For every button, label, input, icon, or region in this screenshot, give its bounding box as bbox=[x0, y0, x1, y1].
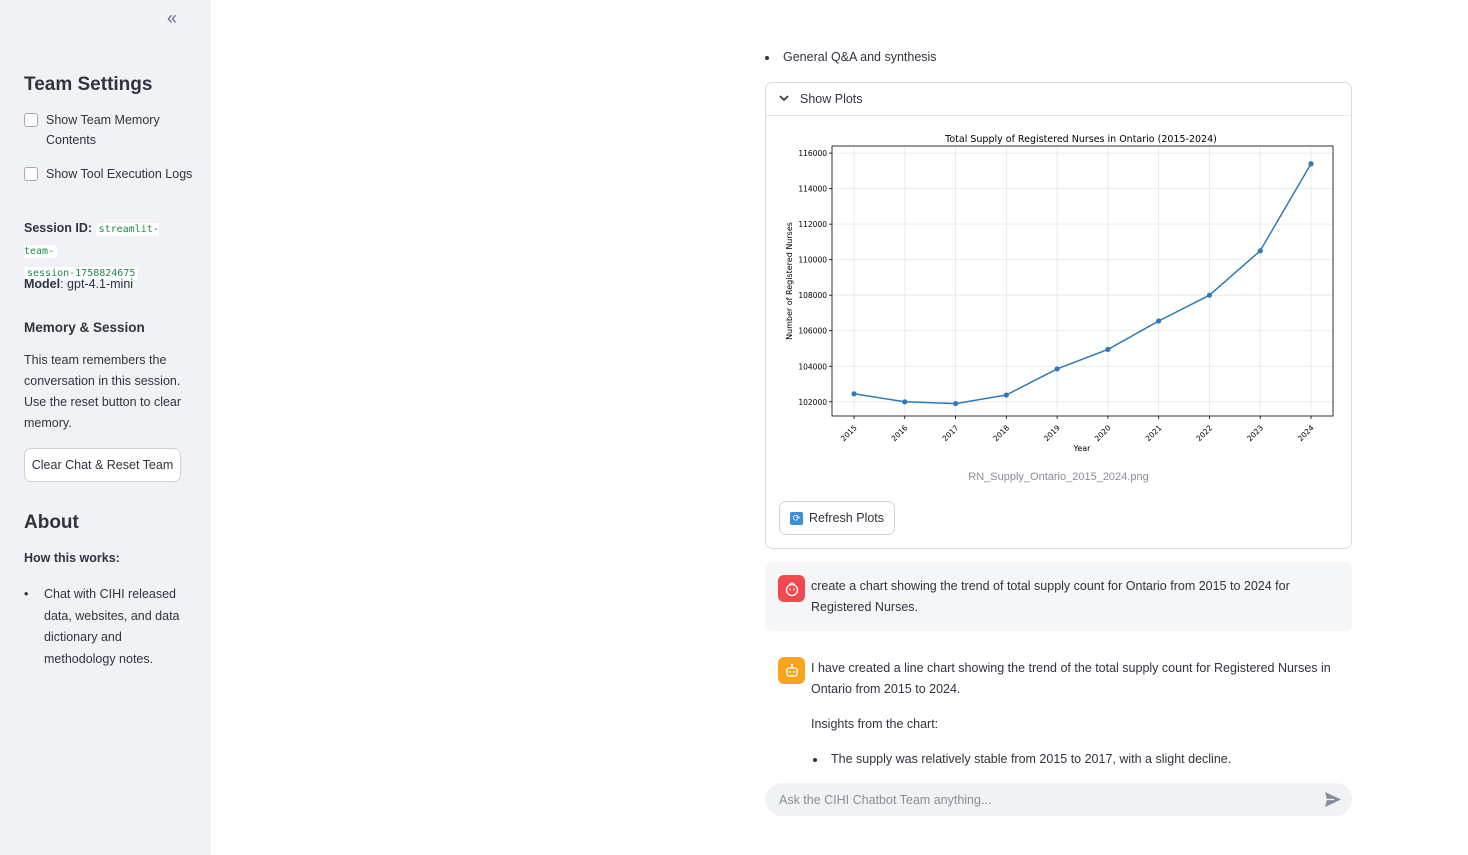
list-item: Chat with CIHI released data, websites, … bbox=[44, 587, 180, 666]
y-tick-label: 112000 bbox=[798, 220, 827, 229]
refresh-plots-button[interactable]: ⟳ Refresh Plots bbox=[779, 501, 895, 535]
data-point bbox=[1257, 248, 1263, 254]
x-tick-label: 2021 bbox=[1144, 423, 1164, 443]
assistant-insight-text: The supply was relatively stable from 20… bbox=[831, 752, 1232, 766]
team-settings-heading: Team Settings bbox=[24, 74, 153, 95]
x-tick-label: 2019 bbox=[1042, 423, 1062, 443]
show-plots-header[interactable]: Show Plots bbox=[766, 83, 1351, 116]
assistant-message-text: I have created a line chart showing the … bbox=[811, 661, 1331, 696]
y-tick-label: 104000 bbox=[798, 362, 827, 371]
top-bullet-item: General Q&A and synthesis bbox=[765, 50, 937, 64]
about-heading: About bbox=[24, 512, 79, 533]
y-tick-label: 114000 bbox=[798, 185, 827, 194]
data-point bbox=[902, 399, 908, 405]
data-point bbox=[1308, 161, 1314, 167]
chevron-down-icon[interactable] bbox=[779, 93, 789, 105]
top-bullet-text: General Q&A and synthesis bbox=[783, 50, 937, 64]
bot-avatar-icon bbox=[778, 657, 805, 684]
x-tick-label: 2022 bbox=[1194, 423, 1214, 443]
x-tick-label: 2016 bbox=[890, 423, 910, 443]
show-plots-label[interactable]: Show Plots bbox=[800, 92, 863, 106]
show-tool-logs-label[interactable]: Show Tool Execution Logs bbox=[46, 164, 192, 184]
data-point bbox=[851, 391, 857, 397]
data-point bbox=[1054, 366, 1060, 372]
y-tick-label: 116000 bbox=[798, 149, 827, 158]
user-message-text: create a chart showing the trend of tota… bbox=[811, 579, 1290, 614]
data-point bbox=[1003, 392, 1009, 398]
data-point bbox=[1105, 346, 1111, 352]
bullet-dot bbox=[813, 757, 817, 762]
refresh-icon: ⟳ bbox=[789, 511, 803, 525]
user-avatar-icon bbox=[778, 575, 805, 602]
model-label: Model bbox=[24, 277, 61, 291]
y-tick-label: 110000 bbox=[798, 256, 827, 265]
show-memory-checkbox-row[interactable]: Show Team Memory Contents bbox=[24, 110, 194, 150]
show-plots-expander: Show Plots Total Supply of Registered Nu… bbox=[765, 82, 1352, 549]
y-tick-label: 106000 bbox=[798, 327, 827, 336]
chart-title: Total Supply of Registered Nurses in Ont… bbox=[944, 134, 1217, 145]
bullet-dot bbox=[765, 55, 769, 60]
send-icon[interactable] bbox=[1324, 791, 1342, 808]
plot-frame bbox=[831, 145, 1334, 417]
plot-caption: RN_Supply_Ontario_2015_2024.png bbox=[968, 471, 1149, 483]
x-tick-label: 2015 bbox=[839, 423, 859, 443]
data-point bbox=[1206, 292, 1213, 298]
data-point bbox=[952, 400, 959, 407]
x-tick-label: 2017 bbox=[941, 423, 961, 443]
memory-session-heading: Memory & Session bbox=[24, 320, 145, 335]
x-tick-label: 2018 bbox=[991, 423, 1011, 443]
assistant-insights-label: Insights from the chart: bbox=[811, 717, 939, 731]
x-tick-label: 2024 bbox=[1296, 423, 1316, 443]
user-message: create a chart showing the trend of tota… bbox=[765, 562, 1352, 631]
model-value: : gpt-4.1-mini bbox=[60, 277, 134, 291]
clear-chat-reset-button[interactable]: Clear Chat & Reset Team bbox=[24, 448, 181, 482]
series-line bbox=[853, 163, 1312, 405]
y-tick-label: 108000 bbox=[798, 291, 827, 300]
assistant-message: I have created a line chart showing the … bbox=[765, 643, 1352, 773]
rn-supply-line-chart: Total Supply of Registered Nurses in Ont… bbox=[785, 134, 1334, 453]
model-info: Model: gpt-4.1-mini bbox=[24, 274, 189, 295]
show-tool-logs-checkbox[interactable] bbox=[24, 167, 38, 181]
assistant-insight-item: The supply was relatively stable from 20… bbox=[811, 749, 1341, 770]
session-id-label: Session ID: bbox=[24, 221, 93, 235]
show-tool-logs-checkbox-row[interactable]: Show Tool Execution Logs bbox=[24, 164, 194, 184]
chart-grid bbox=[832, 146, 1333, 416]
show-memory-label[interactable]: Show Team Memory Contents bbox=[46, 110, 194, 150]
y-axis-label: Number of Registered Nurses bbox=[785, 222, 794, 340]
memory-description: This team remembers the conversation in … bbox=[24, 353, 182, 430]
refresh-plots-label[interactable]: Refresh Plots bbox=[809, 511, 884, 525]
data-point bbox=[1156, 318, 1162, 324]
x-axis-label: Year bbox=[1073, 444, 1092, 453]
x-tick-label: 2020 bbox=[1093, 423, 1113, 443]
chat-input-container bbox=[765, 783, 1352, 816]
chat-input[interactable] bbox=[779, 783, 1299, 816]
collapse-sidebar-icon[interactable]: « bbox=[162, 8, 182, 28]
sidebar: « Team Settings Show Team Memory Content… bbox=[0, 0, 211, 855]
how-list: • Chat with CIHI released data, websites… bbox=[24, 584, 189, 670]
show-memory-checkbox[interactable] bbox=[24, 113, 38, 127]
how-this-works-heading: How this works: bbox=[24, 551, 120, 565]
x-tick-label: 2023 bbox=[1245, 423, 1265, 443]
chart-markers bbox=[851, 161, 1314, 407]
list-bullet: • bbox=[24, 587, 29, 601]
y-tick-label: 102000 bbox=[798, 398, 827, 407]
